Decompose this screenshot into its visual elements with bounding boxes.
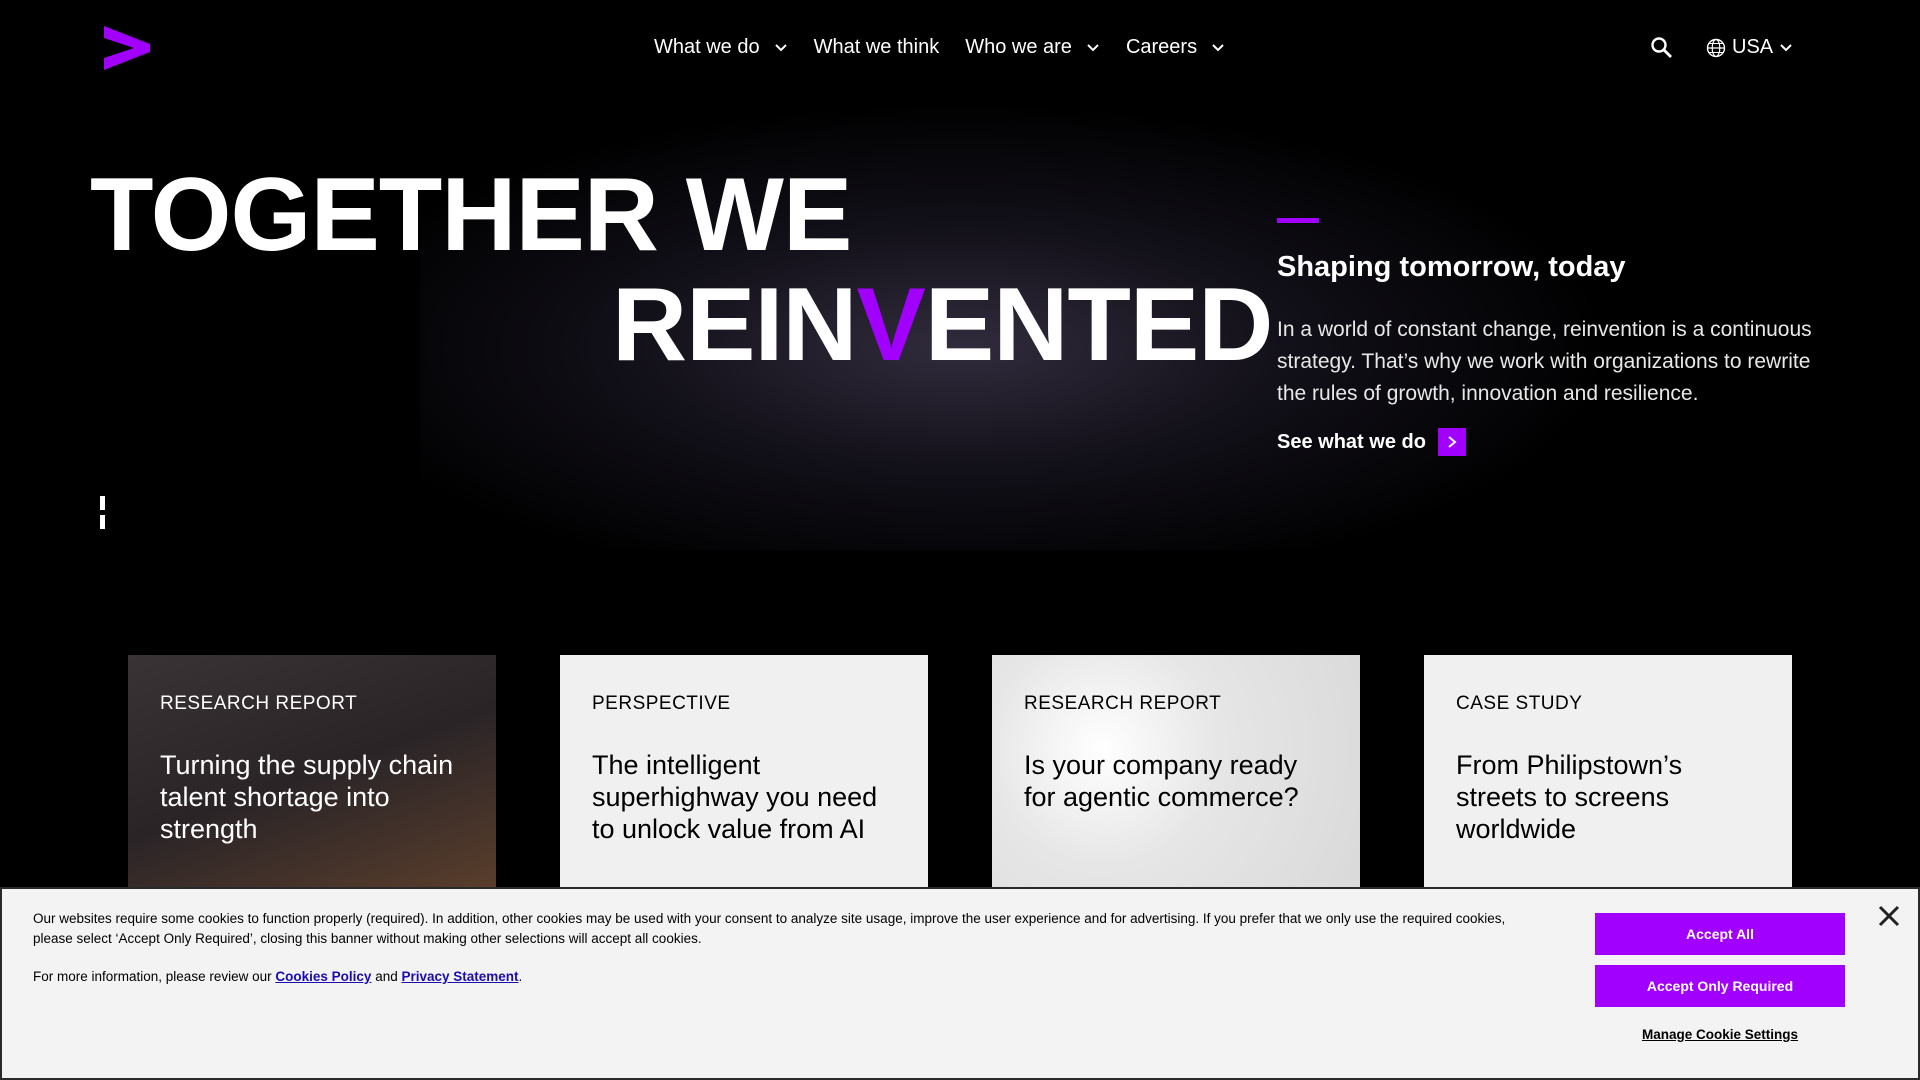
cookie-more-info: For more information, please review our … bbox=[33, 969, 522, 984]
card-type: RESEARCH REPORT bbox=[1024, 693, 1222, 714]
locale-selector[interactable]: USA bbox=[1706, 36, 1793, 59]
accent-bar bbox=[1277, 218, 1319, 223]
chevron-down-icon bbox=[1212, 43, 1224, 51]
cta-label: See what we do bbox=[1277, 430, 1426, 453]
cookie-period: . bbox=[518, 969, 523, 984]
chevron-right-icon bbox=[1437, 428, 1466, 456]
site-header: What we do What we think Who we are Care… bbox=[0, 0, 1920, 100]
card-title: Is your company ready for agentic commer… bbox=[1024, 750, 1299, 812]
cookie-more-prefix: For more information, please review our bbox=[33, 969, 272, 984]
nav-careers-label: Careers bbox=[1125, 36, 1198, 58]
card-type: RESEARCH REPORT bbox=[160, 693, 358, 714]
chevron-down-icon bbox=[1780, 43, 1792, 51]
nav-who-we-are[interactable]: Who we are bbox=[965, 36, 1100, 59]
nav-who-we-are-label: Who we are bbox=[965, 36, 1072, 58]
nav-what-we-think-label: What we think bbox=[813, 36, 940, 58]
accenture-logo-icon[interactable] bbox=[104, 26, 150, 70]
hero-title: TOGETHER WE REINVENTED bbox=[90, 157, 1273, 383]
nav-what-we-do-label: What we do bbox=[654, 36, 760, 58]
cookie-text: Our websites require some cookies to fun… bbox=[33, 911, 1506, 946]
hero-subtitle: Shaping tomorrow, today bbox=[1277, 251, 1626, 283]
hero-title-line2-part2: ENTED bbox=[924, 267, 1273, 383]
hero-title-accent-letter: V bbox=[856, 267, 925, 383]
cookies-policy-link[interactable]: Cookies Policy bbox=[275, 969, 371, 984]
card-title: The intelligent superhighway you need to… bbox=[592, 750, 878, 844]
nav-what-we-think[interactable]: What we think bbox=[814, 36, 940, 59]
featured-cards: RESEARCH REPORT Turning the supply chain… bbox=[128, 655, 1856, 890]
search-icon[interactable] bbox=[1650, 36, 1674, 60]
card-philipstown[interactable]: CASE STUDY From Philipstown’s streets to… bbox=[1424, 655, 1792, 890]
card-title: From Philipstown’s streets to screens wo… bbox=[1456, 750, 1683, 844]
see-what-we-do-link[interactable]: See what we do bbox=[1277, 428, 1817, 456]
card-agentic-commerce[interactable]: RESEARCH REPORT Is your company ready fo… bbox=[992, 655, 1360, 890]
card-intelligent-superhighway[interactable]: PERSPECTIVE The intelligent superhighway… bbox=[560, 655, 928, 890]
close-icon[interactable] bbox=[1876, 903, 1902, 929]
pause-icon[interactable] bbox=[100, 496, 114, 529]
hero-title-line1: TOGETHER WE bbox=[90, 157, 852, 273]
hero-title-line2: REINVENTED bbox=[90, 267, 1273, 383]
cookie-banner: Our websites require some cookies to fun… bbox=[0, 887, 1920, 1080]
hero-body: In a world of constant change, reinventi… bbox=[1277, 318, 1812, 405]
nav-careers[interactable]: Careers bbox=[1126, 36, 1225, 59]
manage-cookie-settings-link[interactable]: Manage Cookie Settings bbox=[1595, 1027, 1845, 1042]
card-type: CASE STUDY bbox=[1456, 693, 1583, 714]
card-title: Turning the supply chain talent shortage… bbox=[160, 750, 454, 844]
chevron-down-icon bbox=[774, 43, 787, 51]
cookie-and-text: and bbox=[375, 969, 398, 984]
card-supply-chain[interactable]: RESEARCH REPORT Turning the supply chain… bbox=[128, 655, 496, 890]
hero-title-line2-part1: REIN bbox=[612, 267, 857, 383]
hero-content: Shaping tomorrow, today In a world of co… bbox=[1277, 218, 1817, 456]
main-nav: What we do What we think Who we are Care… bbox=[654, 36, 1251, 59]
accept-only-required-button[interactable]: Accept Only Required bbox=[1595, 965, 1845, 1007]
accept-all-button[interactable]: Accept All bbox=[1595, 913, 1845, 955]
globe-icon bbox=[1706, 38, 1726, 57]
card-type: PERSPECTIVE bbox=[592, 693, 731, 714]
chevron-down-icon bbox=[1087, 43, 1099, 51]
privacy-statement-link[interactable]: Privacy Statement bbox=[401, 969, 518, 984]
locale-label: USA bbox=[1732, 36, 1774, 58]
nav-what-we-do[interactable]: What we do bbox=[654, 36, 788, 59]
